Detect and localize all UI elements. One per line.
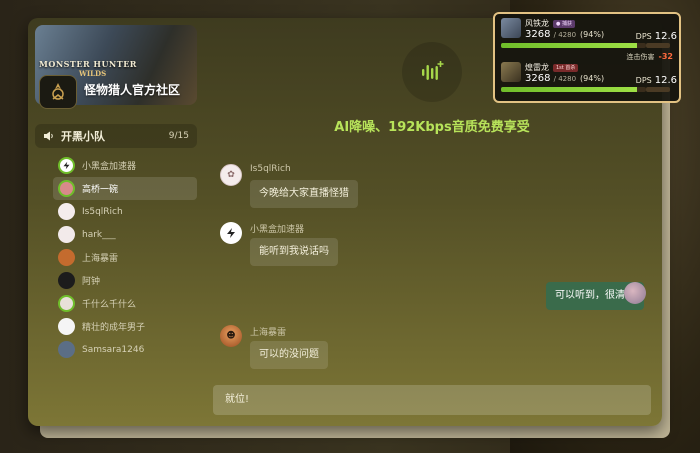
monster-hp: 3268 / 4280 (94%) [525, 73, 605, 84]
accelerator-avatar [58, 157, 75, 174]
member-item[interactable]: 精壮的成年男子 [53, 315, 197, 338]
monster-hp: 3268 / 4280 (94%) [525, 29, 605, 40]
sound-wave-icon [422, 61, 444, 80]
member-item[interactable]: 阿钟 [53, 269, 197, 292]
member-name: Samsara1246 [82, 344, 145, 355]
member-item[interactable]: 上海暴雷 [53, 246, 197, 269]
pink-avatar [58, 180, 75, 197]
member-name: 小黑盒加速器 [82, 162, 137, 172]
channel-name: 开黑小队 [61, 130, 105, 143]
community-name: 怪物猎人官方社区 [84, 83, 181, 97]
message-sender: 上海暴雷 [250, 328, 287, 338]
member-name: 精壮的成年男子 [82, 323, 146, 333]
member-name: Is5qlRich [82, 206, 123, 217]
monster-dps: DPS 12.6 [635, 75, 677, 86]
member-name: 阿钟 [82, 277, 101, 287]
banner-subtitle: WILDS [79, 69, 107, 78]
promo-text: AI降噪、192Kbps音质免费享受 [334, 120, 530, 135]
message-bubble: 今晚给大家直播怪猎 [250, 180, 358, 208]
member-name: 高桥一碗 [82, 185, 119, 195]
member-name: hark___ [82, 229, 116, 240]
member-name: 上海暴雷 [82, 254, 119, 264]
white-avatar [58, 318, 75, 335]
grey-avatar [58, 341, 75, 358]
monster-tag: ● 捕获 [553, 19, 575, 28]
hp-bar-tip [646, 87, 670, 92]
monster-tag: 1st 首杀 [553, 63, 579, 72]
member-item[interactable]: hark___ [53, 223, 197, 246]
sidebar: MONSTER HUNTER WILDS 怪物猎人官方社区 开黑小队 9/15 … [28, 18, 204, 426]
photo-avatar [58, 249, 75, 266]
member-list: 小黑盒加速器 高桥一碗 Is5qlRich hark___ 上海暴雷阿钟千什么千什么 精壮… [53, 154, 197, 361]
sketch-avatar [58, 203, 75, 220]
avatar[interactable]: ✿ [220, 164, 242, 186]
monster-dps: DPS 12.6 [635, 31, 677, 42]
combo-damage: 连击伤害 -32 [626, 52, 673, 61]
message-sender: Is5qlRich [250, 164, 291, 174]
monster-row: 煌雷龙 1st 首杀 3268 / 4280 (94%) DPS 12.6 [501, 62, 677, 100]
monster-name: 煌雷龙 1st 首杀 [525, 62, 579, 73]
dark-avatar [58, 272, 75, 289]
channel-member-count: 9/15 [168, 131, 189, 141]
voice-channel-header[interactable]: 开黑小队 9/15 [35, 124, 197, 148]
member-item[interactable]: 千什么千什么 [53, 292, 197, 315]
monster-portrait-icon [501, 62, 521, 82]
chat-input[interactable]: 就位! [213, 385, 651, 415]
avatar[interactable]: ☻ [220, 325, 242, 347]
monster-hp-bar [501, 43, 646, 48]
flower-avatar [58, 295, 75, 312]
message-sender: 小黑盒加速器 [250, 225, 305, 235]
speaker-icon [44, 131, 53, 141]
member-item[interactable]: 小黑盒加速器 [53, 154, 197, 177]
message-bubble: 可以的没问题 [250, 341, 328, 369]
member-name: 千什么千什么 [82, 300, 137, 310]
accelerator-icon[interactable] [220, 222, 242, 244]
monster-row: 风铁龙 ● 捕获 3268 / 4280 (94%) DPS 12.6 [501, 18, 677, 56]
member-item[interactable]: Is5qlRich [53, 200, 197, 223]
monster-hp-bar [501, 87, 646, 92]
member-item[interactable]: Samsara1246 [53, 338, 197, 361]
voice-mic-button[interactable] [402, 42, 462, 102]
avatar[interactable] [624, 282, 646, 304]
hp-bar-tip [646, 43, 670, 48]
banner-title: MONSTER HUNTER [39, 59, 137, 69]
monster-status-panel: 风铁龙 ● 捕获 3268 / 4280 (94%) DPS 12.6 连击伤害 -32… [493, 12, 681, 103]
community-logo-icon [39, 75, 77, 109]
message-bubble: 能听到我说话吗 [250, 238, 338, 266]
sketch-avatar [58, 226, 75, 243]
member-item[interactable]: 高桥一碗 [53, 177, 197, 200]
monster-name: 风铁龙 ● 捕获 [525, 18, 575, 29]
monster-portrait-icon [501, 18, 521, 38]
